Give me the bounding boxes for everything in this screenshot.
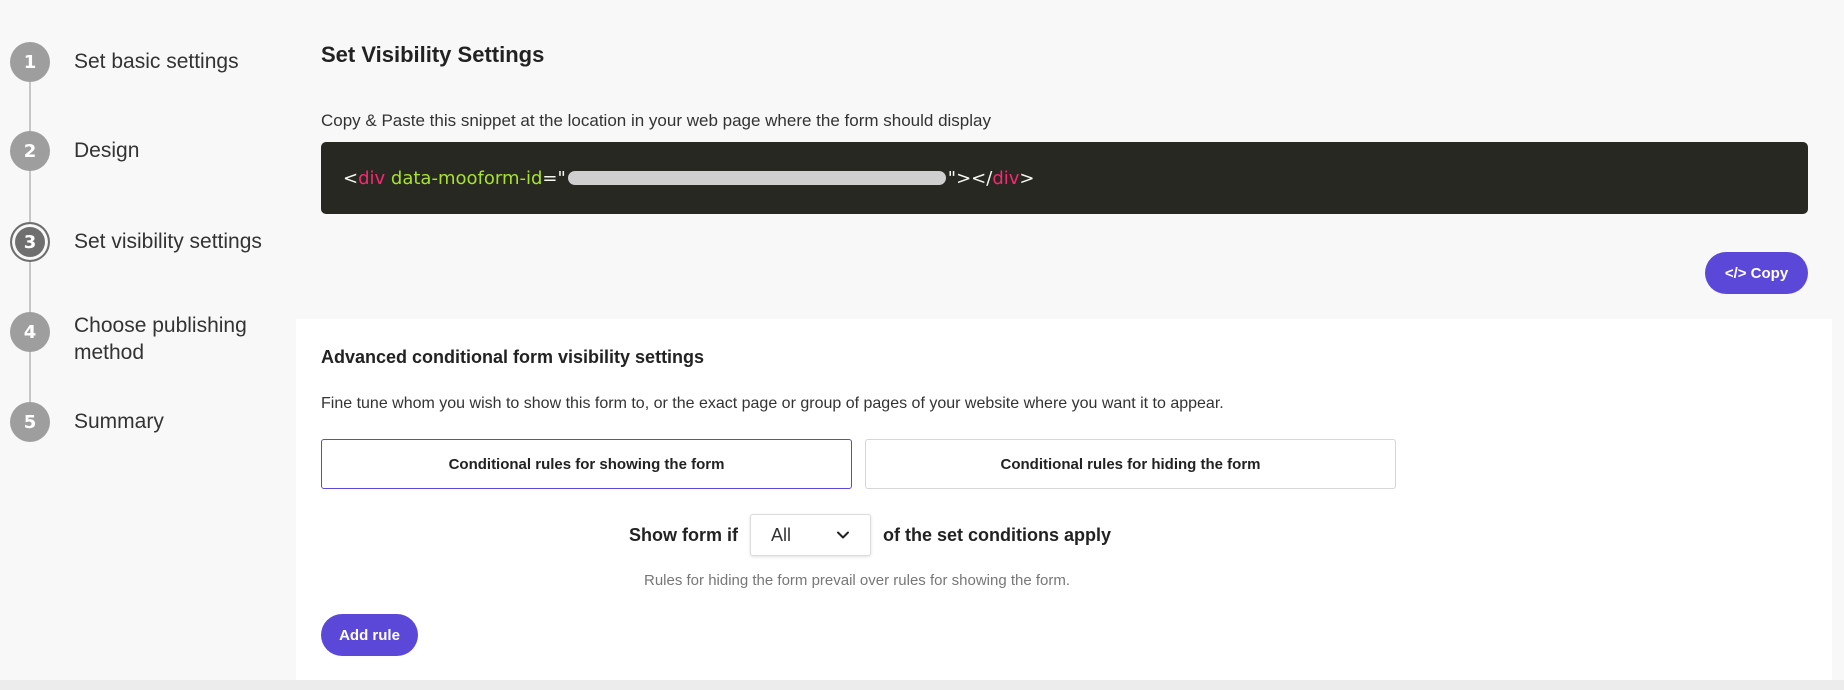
snippet-open: <: [343, 167, 359, 189]
step-number-active: 3: [10, 222, 50, 262]
snippet-gt: >: [1019, 167, 1035, 189]
condition-match-select[interactable]: All: [750, 514, 871, 556]
step-number: 5: [10, 402, 50, 442]
step-label: Set basic settings: [74, 50, 239, 73]
redacted-form-id: [567, 171, 946, 185]
step-design[interactable]: 2 Design: [10, 131, 264, 171]
step-summary[interactable]: 5 Summary: [10, 402, 264, 442]
bottom-scroll-edge: [0, 680, 1844, 690]
step-publishing-method[interactable]: 4 Choose publishing method: [10, 312, 264, 366]
snippet-tag-close: div: [992, 167, 1020, 189]
tab-hide-rules[interactable]: Conditional rules for hiding the form: [865, 439, 1396, 489]
add-rule-button[interactable]: Add rule: [321, 614, 418, 656]
show-prefix: Show form if: [629, 524, 738, 545]
select-value: All: [771, 524, 792, 545]
snippet-eq: =": [542, 167, 566, 189]
snippet-close-open: ></: [956, 167, 993, 189]
step-label: Set visibility settings: [74, 230, 262, 253]
step-number: 1: [10, 42, 50, 82]
show-suffix: of the set conditions apply: [883, 524, 1112, 545]
snippet-hint: Copy & Paste this snippet at the locatio…: [321, 111, 991, 130]
snippet-tag: div: [358, 167, 386, 189]
page-title: Set Visibility Settings: [321, 42, 545, 67]
copy-button[interactable]: </> Copy: [1705, 252, 1808, 294]
tab-show-rules[interactable]: Conditional rules for showing the form: [321, 439, 852, 489]
step-visibility-settings[interactable]: 3 Set visibility settings: [10, 222, 264, 262]
embed-snippet[interactable]: < div data-mooform-id =" " ></div >: [321, 142, 1808, 214]
step-label: Choose publishing method: [74, 314, 247, 364]
show-condition-row: Show form if All of the set conditions a…: [629, 514, 1111, 556]
step-basic-settings[interactable]: 1 Set basic settings: [10, 42, 264, 82]
precedence-note: Rules for hiding the form prevail over r…: [644, 572, 1071, 589]
snippet-attr: data-mooform-id: [390, 167, 543, 189]
chevron-down-icon: [837, 531, 849, 539]
step-number: 2: [10, 131, 50, 171]
snippet-quote: ": [947, 167, 957, 189]
step-label: Design: [74, 139, 140, 162]
step-label: Summary: [74, 410, 164, 433]
advanced-visibility-panel: Advanced conditional form visibility set…: [296, 319, 1832, 690]
advanced-title: Advanced conditional form visibility set…: [321, 347, 705, 367]
step-number: 4: [10, 312, 50, 352]
advanced-description: Fine tune whom you wish to show this for…: [321, 395, 1224, 412]
stepper: 1 Set basic settings 2 Design 3 Set visi…: [0, 0, 290, 690]
